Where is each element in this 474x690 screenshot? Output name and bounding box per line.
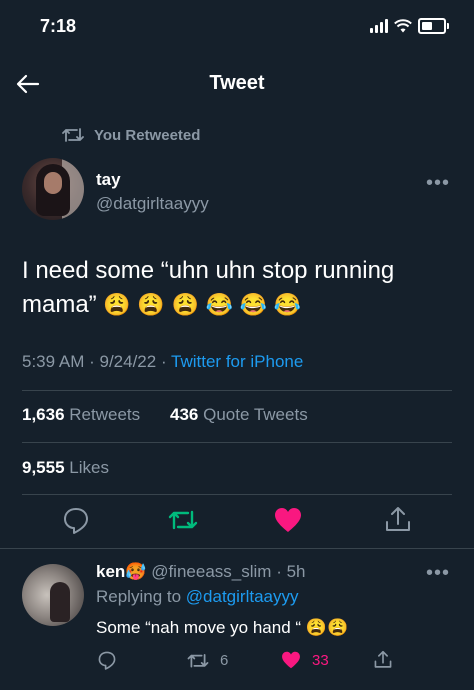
emoji: 🥵 <box>125 562 147 581</box>
retweet-icon <box>62 128 84 142</box>
reply-text: Some “nah move yo hand “ 😩😩 <box>96 618 349 637</box>
divider <box>22 494 452 495</box>
heart-icon[interactable] <box>272 504 304 536</box>
reply-retweet-count: 6 <box>220 651 229 669</box>
battery-icon <box>418 18 449 34</box>
more-icon[interactable]: ••• <box>426 172 450 195</box>
status-bar: 7:18 <box>0 0 474 56</box>
share-icon[interactable] <box>382 504 414 536</box>
divider <box>22 390 452 391</box>
tweet-text-line-2: mama” 😩 😩 😩 😂 😂 😂 <box>22 288 452 322</box>
retweeted-note: You Retweeted <box>62 126 200 144</box>
emoji: 😩 <box>326 618 349 637</box>
reply-retweet-button[interactable]: 6 <box>186 648 228 672</box>
status-time: 7:18 <box>40 16 77 36</box>
emoji: 😂 <box>205 292 233 317</box>
page-title: Tweet <box>209 72 265 94</box>
tweet-text: I need some “uhn uhn stop running mama” … <box>22 254 452 322</box>
reply-like-button[interactable]: 33 <box>280 648 329 672</box>
reply-icon[interactable] <box>60 504 92 536</box>
likes-stats[interactable]: 9,555 Likes <box>22 458 109 478</box>
replying-to: Replying to @datgirltaayyy <box>96 587 299 606</box>
reply-icon[interactable] <box>96 649 118 671</box>
more-icon[interactable]: ••• <box>426 562 450 585</box>
retweeted-label: You Retweeted <box>94 126 201 144</box>
emoji: 😂 <box>239 292 268 317</box>
divider <box>22 442 452 443</box>
tweet-actions <box>0 504 474 540</box>
tweet-meta: 5:39 AM · 9/24/22 · Twitter for iPhone <box>22 352 304 371</box>
reply-author-name[interactable]: ken <box>96 562 125 581</box>
replying-to-handle[interactable]: @datgirltaayyy <box>186 587 299 606</box>
retweet-icon[interactable] <box>167 504 199 536</box>
section-separator <box>0 548 474 549</box>
reply-share-button[interactable] <box>372 648 394 672</box>
signal-icon <box>370 19 388 33</box>
share-icon[interactable] <box>372 649 394 671</box>
retweet-stats[interactable]: 1,636 Retweets <box>22 405 140 425</box>
reply-header: ken🥵 @fineeass_slim · 5h <box>96 562 306 581</box>
emoji: 😩 <box>137 292 165 317</box>
tweet-text-line-1: I need some “uhn uhn stop running <box>22 257 395 284</box>
tweet-source[interactable]: Twitter for iPhone <box>171 352 303 371</box>
tweet-date: 9/24/22 <box>99 352 157 371</box>
author-handle[interactable]: @datgirltaayyy <box>96 194 209 214</box>
reply-age: 5h <box>286 562 306 581</box>
heart-icon[interactable] <box>280 649 302 671</box>
retweet-icon[interactable] <box>186 649 210 671</box>
status-icons <box>370 18 449 34</box>
emoji: 😩 <box>103 292 131 317</box>
avatar[interactable] <box>22 564 84 626</box>
wifi-icon <box>394 19 412 33</box>
emoji: 😂 <box>273 292 302 317</box>
tweet-time: 5:39 AM <box>22 352 85 371</box>
emoji: 😩 <box>305 618 327 637</box>
emoji: 😩 <box>171 292 199 317</box>
reply-reply-button[interactable] <box>96 648 118 672</box>
avatar[interactable] <box>22 158 84 220</box>
author-name[interactable]: tay <box>96 170 121 190</box>
quote-stats[interactable]: 436 Quote Tweets <box>170 405 308 425</box>
reply-author-handle[interactable]: @fineeass_slim <box>151 562 271 581</box>
reply-like-count: 33 <box>312 651 329 669</box>
